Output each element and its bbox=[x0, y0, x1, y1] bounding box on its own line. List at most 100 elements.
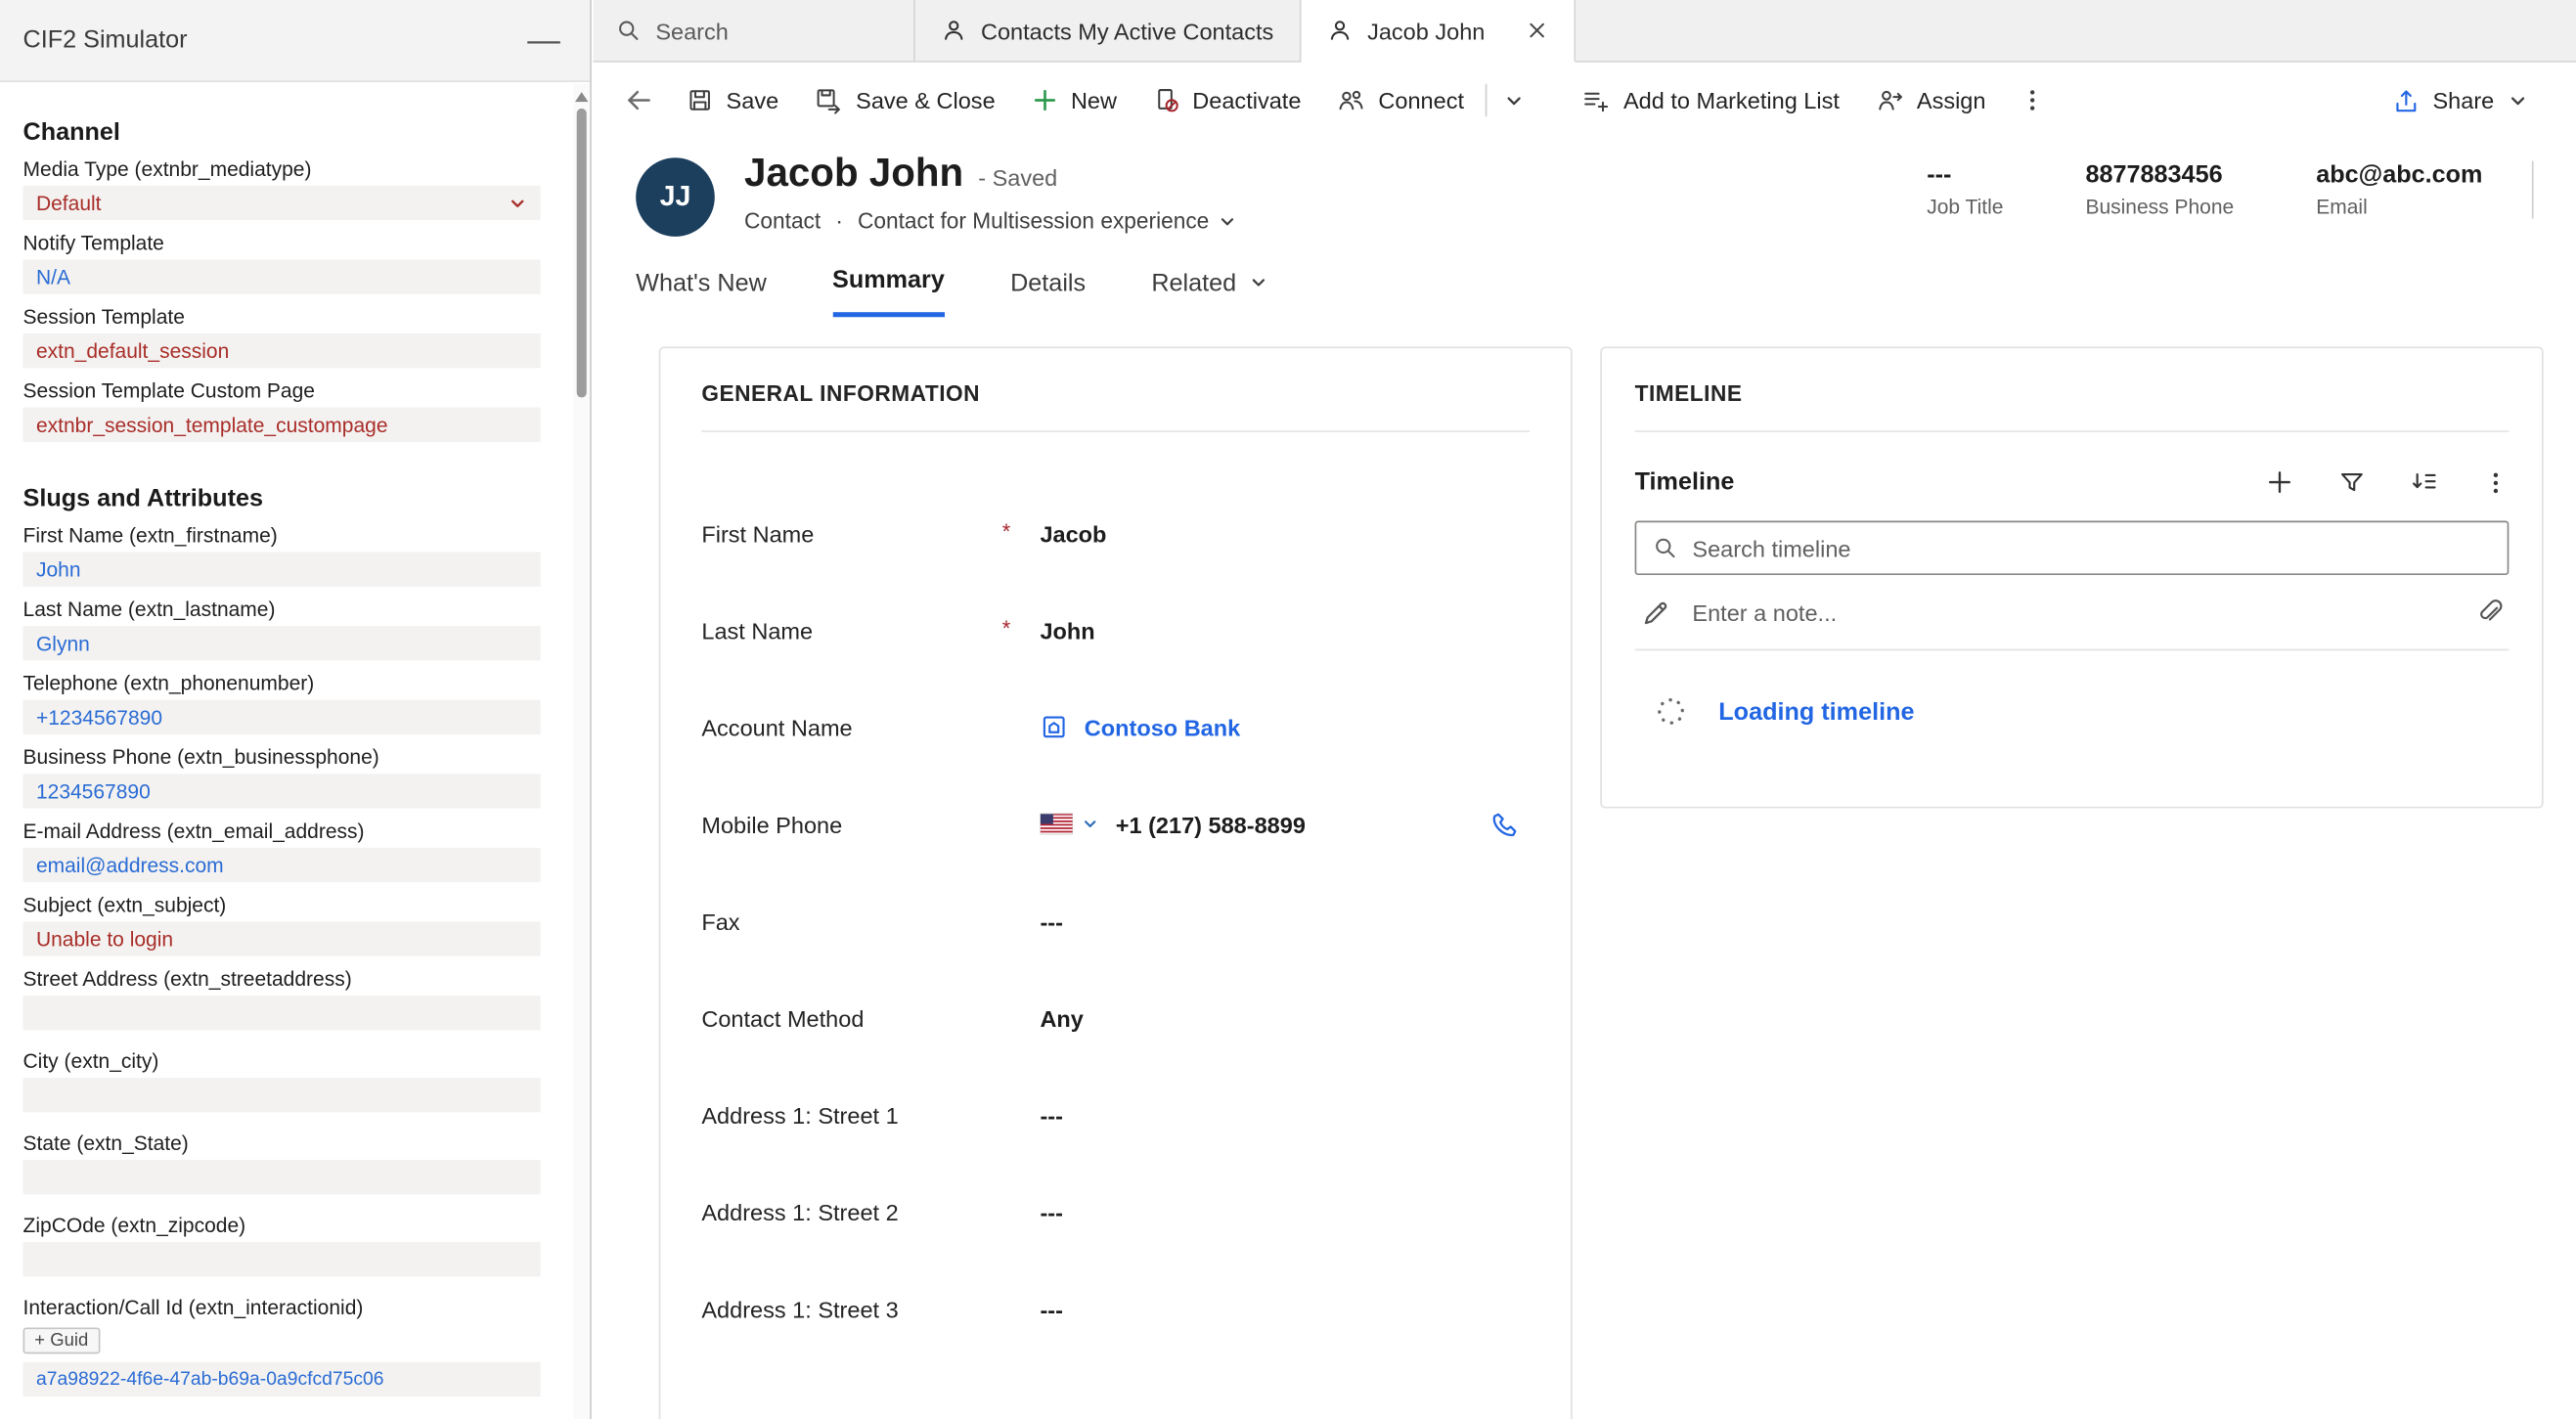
account-entity-icon bbox=[1040, 713, 1068, 741]
subject-field[interactable]: Unable to login bbox=[23, 921, 541, 955]
account-link[interactable]: Contoso Bank bbox=[1085, 714, 1240, 740]
session-template-custom-page-field[interactable]: extnbr_session_template_custompage bbox=[23, 408, 541, 442]
app-tab-strip: Search Contacts My Active Contacts Jacob… bbox=[593, 0, 2576, 63]
divider bbox=[1635, 430, 2509, 432]
divider bbox=[1486, 84, 1488, 117]
session-template-field[interactable]: extn_default_session bbox=[23, 333, 541, 368]
more-options-icon[interactable] bbox=[2482, 469, 2509, 496]
entity-type-label: Contact bbox=[744, 208, 821, 233]
email-stat[interactable]: abc@abc.com Email bbox=[2316, 161, 2533, 219]
field-label: State (extn_State) bbox=[23, 1132, 541, 1156]
connect-dropdown-chevron[interactable] bbox=[1490, 72, 1538, 128]
general-fields: First Name * Jacob Last Name * John A bbox=[701, 485, 1530, 1357]
zipcode-field[interactable] bbox=[23, 1242, 541, 1276]
mobile-phone-value[interactable]: +1 (217) 588-8899 bbox=[1040, 809, 1530, 838]
field-label: Interaction/Call Id (extn_interactionid) bbox=[23, 1297, 541, 1320]
cif2-simulator-panel: CIF2 Simulator — Channel Media Type (ext… bbox=[0, 0, 592, 1419]
first-name-field[interactable]: John bbox=[23, 552, 541, 586]
notify-template-field[interactable]: N/A bbox=[23, 259, 541, 293]
address-street2-value[interactable]: --- bbox=[1040, 1199, 1530, 1225]
tab-whats-new[interactable]: What's New bbox=[636, 269, 767, 315]
field-subject: Subject (extn_subject) Unable to login bbox=[23, 894, 541, 956]
spinner-icon bbox=[1655, 695, 1688, 729]
add-record-icon[interactable] bbox=[2266, 468, 2294, 497]
business-phone-stat[interactable]: 8877883456 Business Phone bbox=[2085, 161, 2273, 219]
field-zipcode: ZipCOde (extn_zipcode) bbox=[23, 1215, 541, 1277]
scrollbar-up-arrow-icon[interactable] bbox=[575, 92, 588, 102]
deactivate-button[interactable]: Deactivate bbox=[1134, 72, 1318, 128]
more-commands-button[interactable] bbox=[2004, 72, 2060, 128]
connect-button[interactable]: Connect bbox=[1319, 72, 1483, 128]
note-input[interactable] bbox=[1692, 599, 2453, 625]
business-phone-field[interactable]: 1234567890 bbox=[23, 774, 541, 808]
interaction-id-field[interactable]: a7a98922-4f6e-47ab-b69a-0a9cfcd75c06 bbox=[23, 1362, 541, 1397]
save-button[interactable]: Save bbox=[669, 72, 797, 128]
address-street3-value[interactable]: --- bbox=[1040, 1296, 1530, 1322]
share-icon bbox=[2391, 86, 2420, 114]
form-selector[interactable]: Contact for Multisession experience bbox=[858, 208, 1237, 233]
field-label: Session Template bbox=[23, 305, 541, 329]
assign-button[interactable]: Assign bbox=[1857, 72, 2004, 128]
field-label: Subject (extn_subject) bbox=[23, 894, 541, 917]
field-label: Business Phone (extn_businessphone) bbox=[23, 746, 541, 770]
add-guid-button[interactable]: + Guid bbox=[23, 1327, 100, 1353]
state-field[interactable] bbox=[23, 1160, 541, 1194]
timeline-search-input[interactable] bbox=[1692, 535, 2490, 561]
telephone-field[interactable]: +1234567890 bbox=[23, 700, 541, 734]
scrollbar-thumb[interactable] bbox=[577, 109, 587, 398]
account-name-value[interactable]: Contoso Bank bbox=[1040, 713, 1530, 741]
back-button[interactable] bbox=[609, 72, 668, 128]
last-name-field[interactable]: Glynn bbox=[23, 626, 541, 660]
field-row-account-name: Account Name Contoso Bank bbox=[701, 679, 1530, 776]
field-value: extn_default_session bbox=[36, 339, 229, 363]
value-text: Any bbox=[1040, 1004, 1083, 1031]
main-area: Search Contacts My Active Contacts Jacob… bbox=[593, 0, 2576, 1419]
first-name-value[interactable]: Jacob bbox=[1040, 520, 1530, 547]
field-label: Mobile Phone bbox=[701, 811, 842, 837]
city-field[interactable] bbox=[23, 1078, 541, 1112]
fax-value[interactable]: --- bbox=[1040, 908, 1530, 934]
person-icon bbox=[1328, 18, 1353, 42]
minimize-icon[interactable]: — bbox=[527, 23, 560, 57]
email-value[interactable]: abc@abc.com bbox=[2316, 161, 2482, 190]
expand-records-icon[interactable] bbox=[2411, 468, 2439, 497]
phone-call-icon[interactable] bbox=[1490, 809, 1520, 838]
field-value: Unable to login bbox=[36, 927, 173, 951]
panel-scrollbar[interactable] bbox=[573, 84, 590, 1419]
media-type-select[interactable]: Default bbox=[23, 186, 541, 220]
job-title-value: --- bbox=[1927, 161, 2003, 190]
value-text: +1 (217) 588-8899 bbox=[1116, 811, 1306, 837]
global-search-tab[interactable]: Search bbox=[593, 0, 914, 63]
last-name-value[interactable]: John bbox=[1040, 617, 1530, 643]
field-value: Default bbox=[36, 192, 102, 215]
section-heading-channel: Channel bbox=[23, 118, 541, 147]
assign-person-icon bbox=[1876, 87, 1904, 113]
contact-method-value[interactable]: Any bbox=[1040, 1004, 1530, 1031]
simulator-body: Channel Media Type (extnbr_mediatype) De… bbox=[0, 82, 590, 1419]
filter-icon[interactable] bbox=[2338, 468, 2367, 497]
field-street-address: Street Address (extn_streetaddress) bbox=[23, 968, 541, 1031]
field-city: City (extn_city) bbox=[23, 1050, 541, 1113]
close-icon[interactable] bbox=[1526, 20, 1547, 41]
tab-details[interactable]: Details bbox=[1010, 269, 1086, 315]
value-text: --- bbox=[1040, 1199, 1063, 1225]
timeline-search-box[interactable] bbox=[1635, 521, 2509, 575]
new-button[interactable]: New bbox=[1013, 72, 1134, 128]
share-button[interactable]: Share bbox=[2374, 72, 2547, 128]
tab-contacts-view[interactable]: Contacts My Active Contacts bbox=[915, 0, 1302, 63]
address-street1-value[interactable]: --- bbox=[1040, 1101, 1530, 1128]
field-value: email@address.com bbox=[36, 854, 224, 877]
tab-related[interactable]: Related bbox=[1151, 269, 1267, 315]
timeline-note-row[interactable] bbox=[1635, 575, 2509, 650]
country-code-selector[interactable] bbox=[1040, 814, 1098, 835]
field-label: Session Template Custom Page bbox=[23, 379, 541, 403]
field-session-template: Session Template extn_default_session bbox=[23, 305, 541, 368]
tab-summary[interactable]: Summary bbox=[832, 266, 945, 317]
email-address-field[interactable]: email@address.com bbox=[23, 848, 541, 882]
save-and-close-button[interactable]: Save & Close bbox=[797, 72, 1013, 128]
paperclip-icon[interactable] bbox=[2474, 599, 2503, 627]
street-address-field[interactable] bbox=[23, 996, 541, 1030]
add-to-marketing-list-button[interactable]: Add to Marketing List bbox=[1564, 72, 1857, 128]
tab-jacob-john[interactable]: Jacob John bbox=[1302, 0, 1576, 63]
business-phone-value[interactable]: 8877883456 bbox=[2085, 161, 2234, 190]
